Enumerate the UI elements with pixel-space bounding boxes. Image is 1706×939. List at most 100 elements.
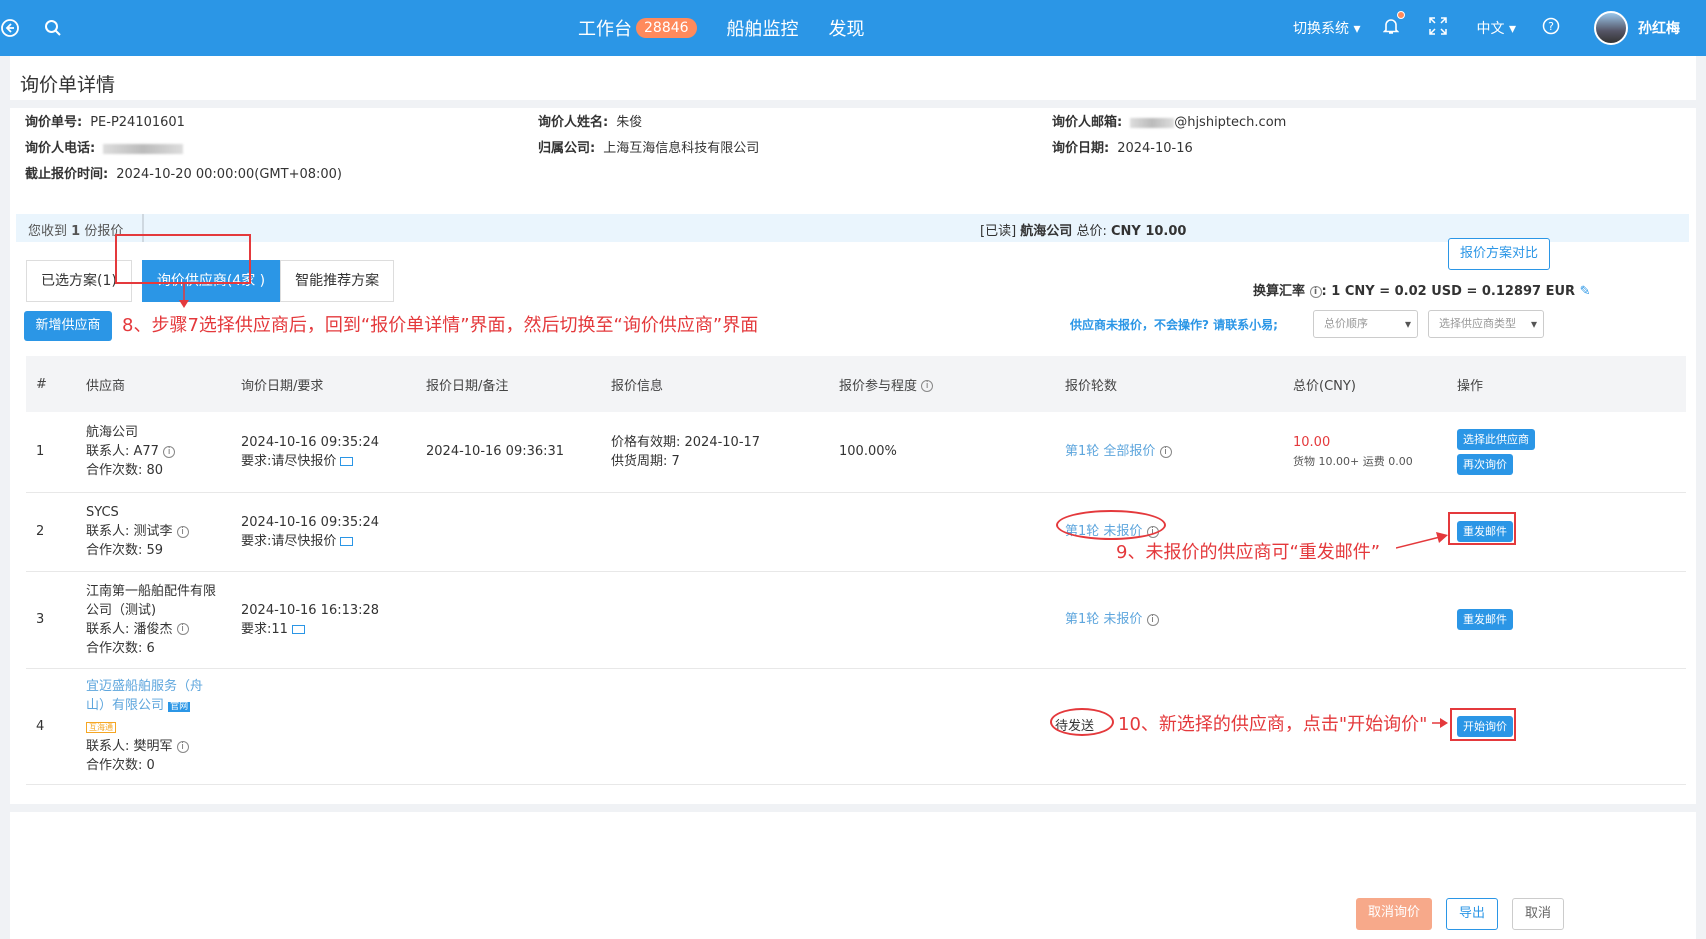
- annotation-box-tab: [115, 234, 251, 284]
- inquirer-name: 询价人姓名: 朱俊: [538, 115, 643, 130]
- actions-cell: 重发邮件: [1457, 571, 1686, 669]
- quote-summary: [已读] 航海公司 总价: CNY 10.00: [980, 224, 1187, 239]
- col-actions: 操作: [1457, 356, 1686, 412]
- re-inquire-button[interactable]: 再次询价: [1457, 453, 1513, 475]
- nav-workbench[interactable]: 工作台 28846: [578, 15, 697, 41]
- company: 归属公司: 上海互海信息科技有限公司: [538, 141, 760, 156]
- page-content: 询价单详情 询价单号: PE-P24101601 询价人姓名: 朱俊 询价人邮箱: @…: [10, 56, 1696, 939]
- official-tag: 官网: [168, 702, 191, 712]
- coop-count: 合作次数: 80: [86, 463, 164, 479]
- rounds-cell: 第1轮 全部报价 i: [1065, 412, 1293, 493]
- total-value: 10.00: [1293, 434, 1331, 450]
- col-total: 总价(CNY): [1293, 356, 1457, 412]
- supplier-cell: SYCS 联系人: 测试李 i 合作次数: 59: [86, 492, 241, 572]
- annotation-step-8: 8、步骤7选择供应商后，回到“报价单详情”界面，然后切换至“询价供应商”界面: [122, 315, 759, 336]
- language-dropdown[interactable]: 中文 ▾: [1477, 18, 1516, 38]
- bell-icon[interactable]: [1382, 11, 1405, 39]
- search-icon[interactable]: [44, 0, 62, 56]
- inquiry-date-cell: 2024-10-16 09:35:24 要求:请尽快报价: [241, 412, 426, 493]
- exchange-rate: 换算汇率 i: 1 CNY = 0.02 USD = 0.12897 EUR ✎: [1253, 284, 1591, 299]
- supplier-name: SYCS: [86, 505, 119, 520]
- row-index: 1: [26, 412, 86, 493]
- info-icon[interactable]: i: [176, 740, 189, 753]
- info-icon[interactable]: i: [176, 623, 189, 635]
- row-index: 3: [26, 571, 86, 669]
- cancel-inquiry-button[interactable]: 取消询价: [1356, 898, 1432, 930]
- annotation-arrow-9: [1396, 532, 1448, 549]
- tab-smart-recommend[interactable]: 智能推荐方案: [280, 260, 395, 302]
- quote-date-cell: 2024-10-16 09:36:31: [426, 412, 611, 493]
- col-quote-date: 报价日期/备注: [426, 356, 611, 412]
- workbench-count-badge: 28846: [636, 18, 697, 38]
- inquiry-date-cell: 2024-10-16 09:35:24 要求:请尽快报价: [241, 492, 426, 572]
- supplier-name[interactable]: 宜迈盛船舶服务（舟山）有限公司 官网: [86, 677, 216, 717]
- table-row: 3 江南第一船舶配件有限公司（测试) 联系人: 潘俊杰 i 合作次数: 6 2024…: [26, 571, 1686, 669]
- rounds-cell: 第1轮 未报价 i: [1065, 571, 1293, 669]
- row-index: 4: [26, 668, 86, 785]
- edit-icon[interactable]: ✎: [1580, 284, 1591, 299]
- col-quote-info: 报价信息: [611, 356, 839, 412]
- quote-info-cell: 价格有效期: 2024-10-17 供货周期: 7: [611, 412, 839, 493]
- nav-ship-monitor[interactable]: 船舶监控: [727, 15, 799, 41]
- annotation-ellipse-pending: [1050, 708, 1114, 736]
- inquirer-phone: 询价人电话:: [25, 137, 184, 156]
- supplier-cell: 宜迈盛船舶服务（舟山）有限公司 官网 互海通 联系人: 樊明军 i 合作次数: 0: [86, 668, 241, 785]
- select-supplier-button[interactable]: 选择此供应商: [1457, 428, 1535, 450]
- row-index: 2: [26, 492, 86, 572]
- actions-cell: 选择此供应商 再次询价: [1457, 412, 1686, 493]
- page-title: 询价单详情: [20, 74, 116, 96]
- participation-cell: 100.00%: [839, 412, 1065, 493]
- mail-icon[interactable]: [291, 624, 305, 634]
- top-navbar: 工作台 28846 船舶监控 发现 切换系统 ▾ 中文 ▾ ? 孙红梅: [0, 0, 1706, 56]
- annotation-step-9: 9、未报价的供应商可“重发邮件”: [1116, 542, 1381, 563]
- table-header: # 供应商 询价日期/要求 报价日期/备注 报价信息 报价参与程度 i 报价轮数…: [26, 356, 1686, 412]
- col-rounds: 报价轮数: [1065, 356, 1293, 412]
- supplier-name: 江南第一船舶配件有限公司（测试): [86, 583, 217, 618]
- col-supplier: 供应商: [86, 356, 241, 412]
- hht-tag: 互海通: [86, 722, 116, 733]
- help-icon[interactable]: ?: [1542, 17, 1560, 39]
- supplier-type-select[interactable]: 选择供应商类型: [1428, 310, 1544, 338]
- help-contact-link[interactable]: 供应商未报价，不会操作? 请联系小易;: [1070, 316, 1278, 333]
- info-icon[interactable]: i: [163, 445, 176, 458]
- close-button[interactable]: 取消: [1512, 898, 1564, 930]
- quote-summary-bar: 您收到 1 份报价 [已读] 航海公司 总价: CNY 10.00: [16, 214, 1689, 242]
- inquiry-date: 询价日期: 2024-10-16: [1052, 141, 1193, 156]
- sort-select[interactable]: 总价顺序: [1313, 310, 1418, 338]
- supplier-name: 航海公司: [86, 425, 139, 441]
- info-icon: i: [1309, 285, 1322, 298]
- supplier-cell: 江南第一船舶配件有限公司（测试) 联系人: 潘俊杰 i 合作次数: 6: [86, 571, 241, 669]
- annotation-arrow-10: [1432, 718, 1448, 728]
- round-link[interactable]: 第1轮 未报价: [1065, 612, 1142, 627]
- export-button[interactable]: 导出: [1446, 898, 1498, 930]
- compare-plans-button[interactable]: 报价方案对比: [1448, 238, 1550, 270]
- mail-icon[interactable]: [340, 536, 354, 546]
- switch-system-dropdown[interactable]: 切换系统 ▾: [1293, 18, 1360, 38]
- table-row: 1 航海公司 联系人: A77 i 合作次数: 80 2024-10-16 09:3…: [26, 412, 1686, 493]
- page-header: 询价单详情: [10, 56, 1696, 108]
- inquirer-email: 询价人邮箱: @hjshiptech.com: [1052, 115, 1287, 130]
- annotation-arrow-8: [179, 284, 189, 308]
- nav-discover[interactable]: 发现: [829, 15, 865, 41]
- supplier-cell: 航海公司 联系人: A77 i 合作次数: 80: [86, 412, 241, 493]
- svg-text:?: ?: [1548, 20, 1554, 33]
- info-icon[interactable]: i: [176, 525, 189, 538]
- back-icon[interactable]: [0, 0, 20, 56]
- col-participation: 报价参与程度 i: [839, 356, 1065, 412]
- avatar[interactable]: [1594, 11, 1628, 45]
- resend-email-button[interactable]: 重发邮件: [1457, 609, 1513, 630]
- round-link[interactable]: 第1轮 全部报价: [1065, 444, 1155, 459]
- inquiry-date-cell: 2024-10-16 16:13:28 要求:11: [241, 571, 426, 669]
- section-divider: [10, 804, 1696, 812]
- mail-icon[interactable]: [340, 456, 354, 466]
- add-supplier-button[interactable]: 新增供应商: [24, 311, 112, 341]
- deadline: 截止报价时间: 2024-10-20 00:00:00(GMT+08:00): [25, 167, 343, 182]
- user-name[interactable]: 孙红梅: [1638, 18, 1680, 38]
- annotation-box-start: [1450, 708, 1516, 741]
- annotation-step-10: 10、新选择的供应商，点击"开始询价": [1118, 714, 1428, 735]
- col-index: #: [26, 356, 86, 412]
- total-cell: 10.00 货物 10.00+ 运费 0.00: [1293, 412, 1457, 493]
- annotation-ellipse-round: [1056, 510, 1166, 540]
- received-count: 您收到 1 份报价: [28, 224, 124, 239]
- fullscreen-icon[interactable]: [1428, 17, 1447, 39]
